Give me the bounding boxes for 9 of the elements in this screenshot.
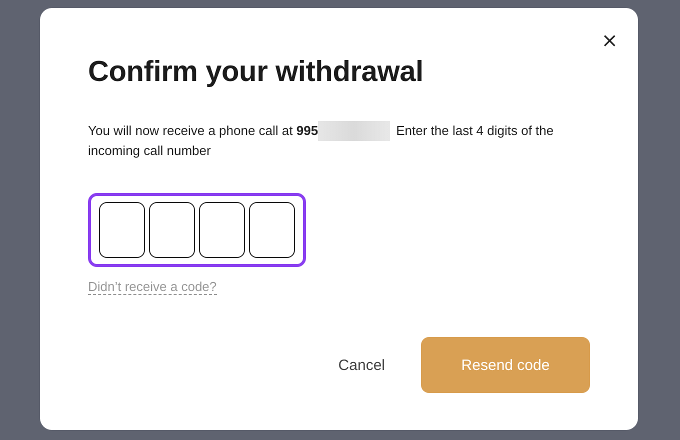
digit-input[interactable] bbox=[149, 202, 195, 258]
code-field[interactable] bbox=[88, 193, 306, 267]
dialog-title: Confirm your withdrawal bbox=[88, 56, 424, 89]
cancel-button[interactable]: Cancel bbox=[338, 348, 385, 382]
close-button[interactable]: × bbox=[601, 32, 618, 48]
digit-input[interactable] bbox=[99, 202, 145, 258]
message-text: You will now receive a phone call at 995 Enter the last 4 digits of the incoming call number bbox=[88, 121, 555, 160]
digit-input[interactable] bbox=[199, 202, 245, 258]
digit-input[interactable] bbox=[249, 202, 295, 258]
